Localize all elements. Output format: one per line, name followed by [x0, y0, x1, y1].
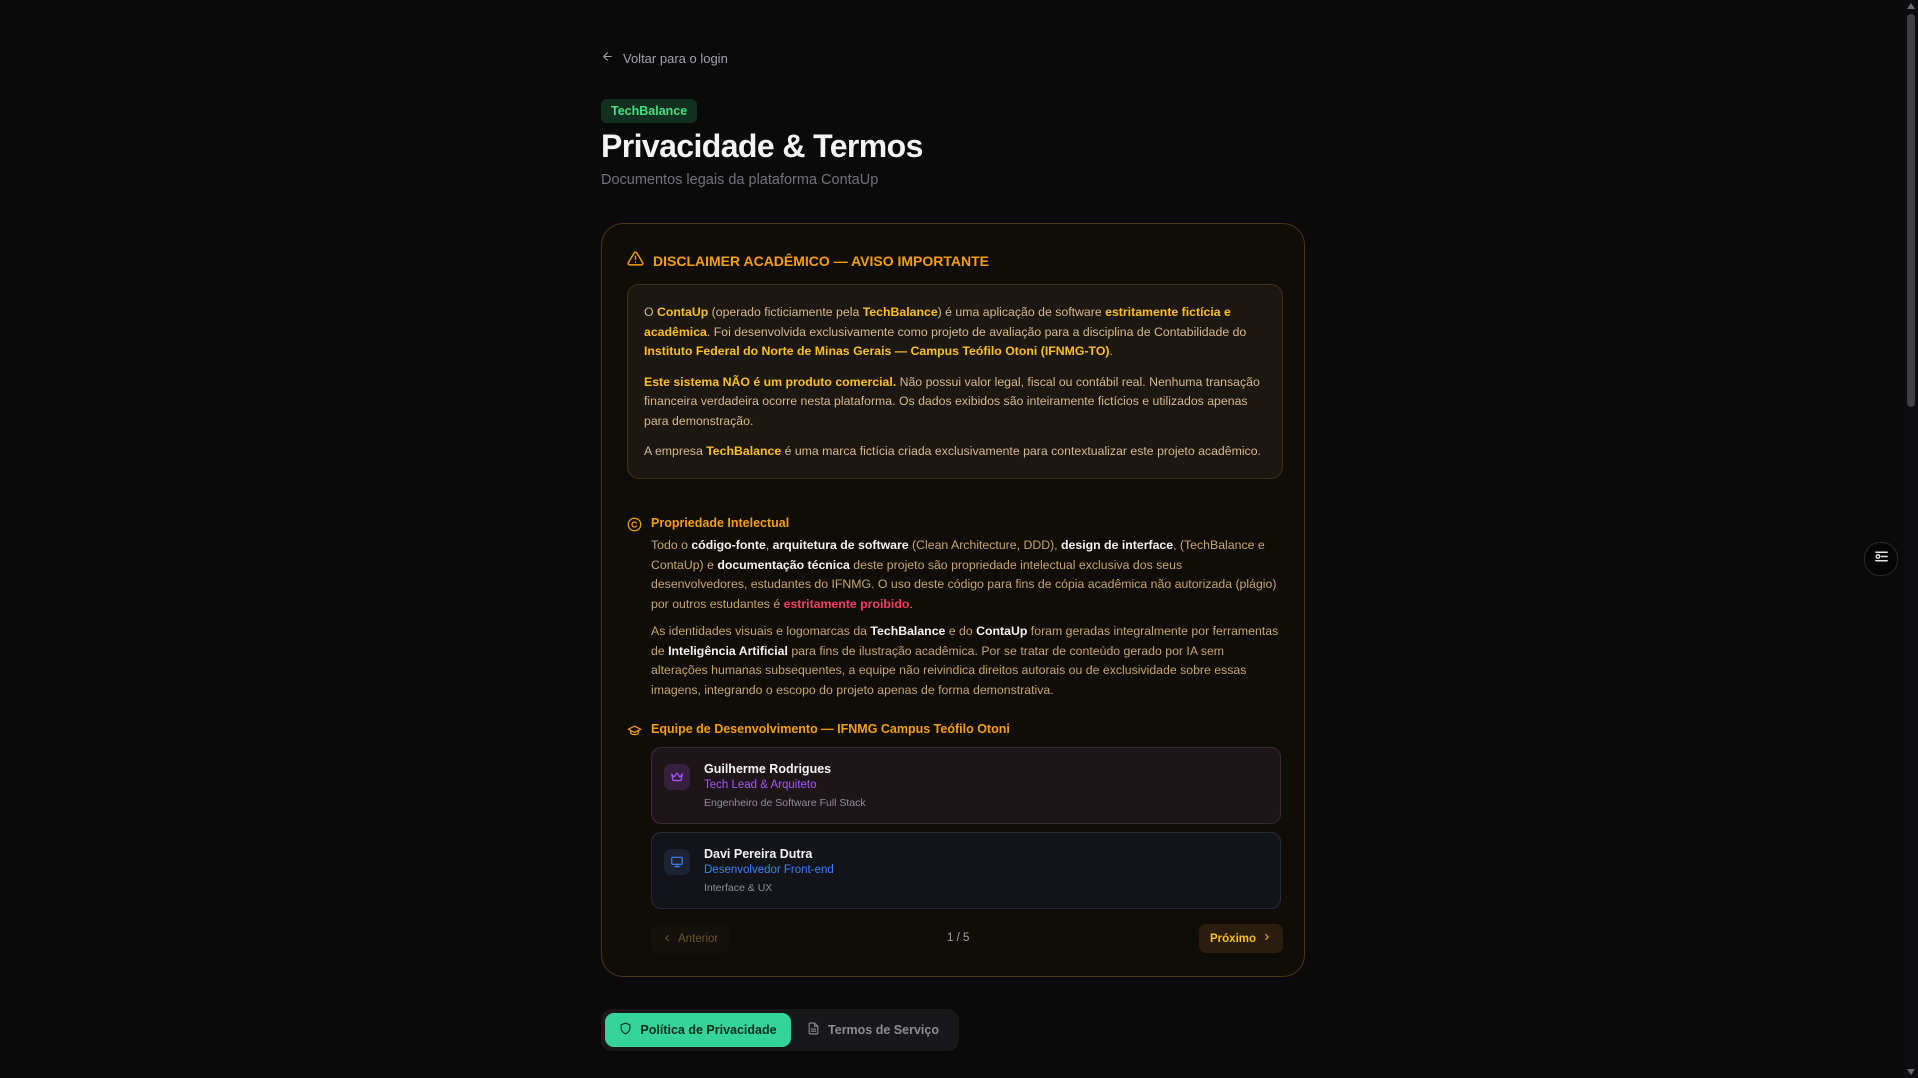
emphasis: ContaUp [976, 624, 1028, 638]
text: . [909, 596, 913, 611]
text: (Clean Architecture, DDD), [908, 538, 1062, 552]
disclaimer-header: DISCLAIMER ACADÊMICO — AVISO IMPORTANTE [627, 250, 989, 272]
arrow-left-icon [601, 50, 614, 66]
highlight-not-commercial: Este sistema NÃO é um produto comercial. [644, 374, 897, 389]
text: e do [945, 624, 977, 638]
disclaimer-paragraph-2: Este sistema NÃO é um produto comercial.… [644, 373, 1266, 432]
text: , [765, 538, 773, 552]
text: A empresa [644, 444, 707, 458]
document-tabs: Política de Privacidade Termos de Serviç… [601, 1009, 959, 1051]
text: ) é uma aplicação de software [937, 305, 1106, 319]
highlight-contaup: ContaUp [656, 305, 709, 319]
highlight-techbalance: TechBalance [862, 305, 938, 319]
member-role: Desenvolvedor Front-end [704, 864, 834, 876]
emphasis: design de interface [1061, 538, 1174, 552]
team-title: Equipe de Desenvolvimento — IFNMG Campus… [651, 722, 1010, 736]
emphasis: documentação técnica [717, 557, 850, 572]
graduation-cap-icon [627, 723, 642, 738]
back-to-login-link[interactable]: Voltar para o login [601, 50, 728, 66]
scrollbar-thumb[interactable] [1907, 14, 1915, 407]
text: . [1109, 344, 1113, 358]
document-icon [807, 1022, 820, 1038]
disclaimer-card: DISCLAIMER ACADÊMICO — AVISO IMPORTANTE … [601, 223, 1305, 977]
member-description: Engenheiro de Software Full Stack [704, 797, 866, 809]
chevron-right-icon [1262, 932, 1272, 945]
text: As identidades visuais e logomarcas da [651, 624, 871, 638]
chevron-left-icon [662, 933, 672, 946]
pager-count: 1 / 5 [947, 932, 970, 944]
tab-privacy-policy[interactable]: Política de Privacidade [605, 1013, 791, 1047]
accessibility-settings-button[interactable] [1864, 542, 1898, 576]
crown-icon [664, 764, 690, 790]
text: O [644, 305, 657, 319]
text: (operado ficticiamente pela [708, 305, 863, 319]
pager-previous-label: Anterior [678, 933, 719, 945]
highlight-techbalance: TechBalance [706, 444, 782, 458]
copyright-icon [627, 517, 642, 532]
text: Todo o [651, 538, 692, 552]
member-name: Guilherme Rodrigues [704, 762, 832, 776]
ip-paragraph-1: Todo o código-fonte, arquitetura de soft… [651, 536, 1279, 614]
highlight-institution: Instituto Federal do Norte de Minas Gera… [644, 344, 1110, 358]
text: . Foi desenvolvida exclusivamente como p… [706, 324, 1247, 339]
ip-title: Propriedade Intelectual [651, 516, 790, 530]
member-role: Tech Lead & Arquiteto [704, 779, 817, 791]
emphasis: arquitetura de software [772, 538, 909, 552]
pager-previous-button[interactable]: Anterior [651, 925, 730, 953]
warning-icon [627, 250, 644, 272]
page-scrollbar[interactable] [1904, 0, 1918, 1078]
monitor-icon [664, 849, 690, 875]
pager-next-button[interactable]: Próximo [1199, 924, 1284, 953]
team-member-card: Guilherme Rodrigues Tech Lead & Arquitet… [651, 747, 1281, 824]
disclaimer-title: DISCLAIMER ACADÊMICO — AVISO IMPORTANTE [653, 253, 989, 269]
prohibited-warning: estritamente proibido [783, 596, 910, 611]
page-title: Privacidade & Termos [601, 128, 923, 164]
member-description: Interface & UX [704, 882, 773, 894]
ip-paragraph-2: As identidades visuais e logomarcas da T… [651, 622, 1279, 700]
page-subtitle: Documentos legais da plataforma ContaUp [601, 172, 879, 188]
tab-privacy-label: Política de Privacidade [640, 1023, 777, 1037]
tab-terms-label: Termos de Serviço [828, 1023, 939, 1037]
sliders-icon [1873, 548, 1890, 570]
scroll-down-arrow-icon[interactable] [1907, 1069, 1915, 1075]
tab-terms-of-service[interactable]: Termos de Serviço [803, 1013, 943, 1047]
team-member-card: Davi Pereira Dutra Desenvolvedor Front-e… [651, 832, 1281, 909]
back-link-label: Voltar para o login [623, 50, 728, 66]
disclaimer-box: O ContaUp (operado ficticiamente pela Te… [627, 284, 1283, 479]
disclaimer-paragraph-3: A empresa TechBalance é uma marca fictíc… [644, 442, 1266, 462]
pager-next-label: Próximo [1210, 932, 1257, 945]
brand-badge: TechBalance [601, 99, 698, 123]
shield-icon [619, 1022, 632, 1038]
disclaimer-paragraph-1: O ContaUp (operado ficticiamente pela Te… [644, 303, 1266, 362]
emphasis: Inteligência Artificial [668, 643, 788, 658]
emphasis: código-fonte [691, 538, 766, 552]
scroll-up-arrow-icon[interactable] [1907, 3, 1915, 9]
emphasis: TechBalance [870, 624, 946, 638]
text: é uma marca fictícia criada exclusivamen… [781, 444, 1261, 458]
member-name: Davi Pereira Dutra [704, 847, 813, 861]
ip-text: Todo o código-fonte, arquitetura de soft… [651, 536, 1279, 708]
